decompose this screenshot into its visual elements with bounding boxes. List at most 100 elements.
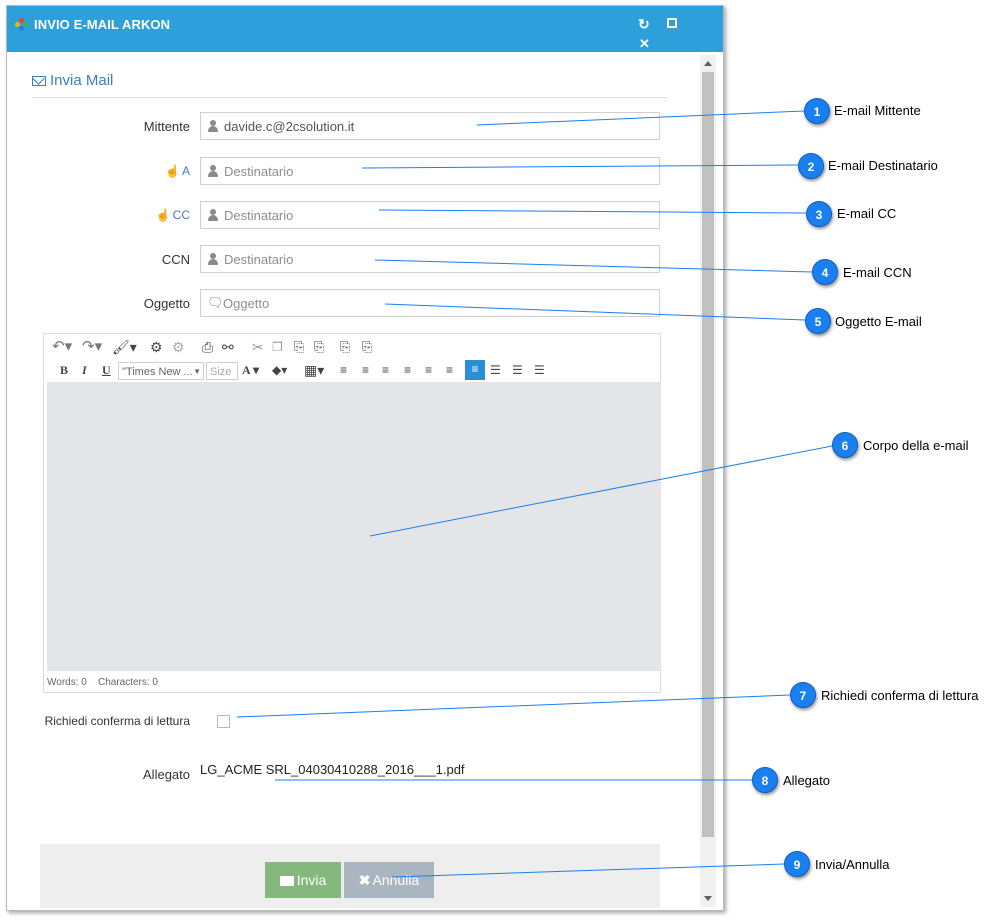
cancel-button[interactable]: ✖ Annulla [344, 862, 434, 898]
thumbs-up-icon: ☝ [155, 208, 171, 222]
bcc-label: CCN [161, 252, 190, 267]
find-icon[interactable]: ⚯ [222, 338, 234, 356]
clear-format-icon[interactable]: ≡ [465, 360, 485, 380]
sender-label: Mittente [143, 119, 190, 134]
paste-icon[interactable]: ⎘ [294, 338, 304, 356]
callout-badge-4: 4 [812, 259, 838, 285]
callout-label-7: Richiedi conferma di lettura [821, 688, 979, 703]
callout-badge-7: 7 [790, 682, 816, 708]
unlink-icon[interactable]: ⚙ [172, 338, 185, 356]
table-icon[interactable]: ▦▾ [304, 361, 324, 379]
form-heading: Invia Mail [32, 72, 113, 89]
callout-label-1: E-mail Mittente [834, 103, 921, 118]
print-icon[interactable]: ⎙ [202, 338, 213, 356]
callout-label-6: Corpo della e-mail [863, 438, 969, 453]
vertical-scrollbar[interactable] [700, 55, 716, 907]
paste-html-icon[interactable]: ⎘ [362, 338, 372, 356]
form-heading-text: Invia Mail [50, 72, 114, 89]
send-button[interactable]: Invia [265, 862, 341, 898]
divider [32, 97, 668, 98]
undo-icon[interactable]: ↶▾ [52, 338, 72, 356]
word-count: Words: 0 [47, 677, 87, 688]
callout-badge-1: 1 [804, 98, 830, 124]
thumbs-up-icon: ☝ [165, 164, 180, 178]
scroll-down-icon[interactable] [704, 896, 712, 901]
link-icon[interactable]: ⚙ [150, 338, 163, 356]
cancel-button-label: Annulla [372, 872, 420, 888]
refresh-icon[interactable]: ↻ [638, 17, 650, 31]
attachment-filename[interactable]: LG_ACME SRL_04030410288_2016___1.pdf [200, 762, 465, 777]
read-receipt-checkbox[interactable] [217, 715, 230, 728]
bullet-list-icon[interactable]: ☰ [490, 361, 501, 379]
to-field[interactable]: Destinatario [200, 157, 660, 185]
font-size-placeholder: Size [210, 366, 232, 378]
numbered-list-icon[interactable]: ☰ [512, 361, 523, 379]
outdent-icon[interactable]: ≡ [340, 361, 347, 379]
to-label-link[interactable]: ☝ A [7, 164, 190, 178]
user-icon [208, 209, 218, 221]
editor-toolbar-row-2: B I U "Times New ... ▼ Size A ▾ ◆▾ ▦▾ ≡ ≡… [50, 360, 650, 381]
screenshot-stage: INVIO E-MAIL ARKON ↻ ✕ Invia Mail Mitten… [0, 0, 995, 921]
underline-icon[interactable]: U [102, 361, 111, 379]
comment-icon: 🗨 [207, 295, 224, 310]
callout-badge-2: 2 [798, 153, 824, 179]
read-receipt-label: Richiedi conferma di lettura [44, 714, 190, 728]
callout-badge-3: 3 [806, 201, 832, 227]
bcc-field[interactable]: Destinatario [200, 245, 660, 273]
rich-text-editor: ↶▾ ↷▾ 🖌▾ ⚙ ⚙ ⎙ ⚯ ✂ ❐ ⎘ ⎘ ⎘ ⎘ B I U "Time… [43, 333, 661, 693]
callout-label-8: Allegato [783, 773, 830, 788]
user-icon [208, 253, 218, 265]
callout-badge-5: 5 [805, 308, 831, 334]
editor-status-bar: Words: 0 Characters: 0 [47, 677, 158, 688]
close-icon: ✖ [358, 872, 371, 888]
paste-word-icon[interactable]: ⎘ [340, 338, 350, 356]
editor-toolbar-row-1: ↶▾ ↷▾ 🖌▾ ⚙ ⚙ ⎙ ⚯ ✂ ❐ ⎘ ⎘ ⎘ ⎘ [50, 338, 450, 358]
align-left-icon[interactable]: ≡ [382, 361, 389, 379]
line-height-icon[interactable]: ☰ [534, 361, 545, 379]
format-painter-icon[interactable]: 🖌▾ [112, 338, 137, 356]
justify-icon[interactable]: ≡ [446, 361, 453, 379]
cc-placeholder: Destinatario [224, 208, 294, 223]
italic-icon[interactable]: I [82, 361, 87, 379]
scrollbar-thumb[interactable] [702, 72, 714, 837]
cc-label-link[interactable]: ☝ CC [7, 208, 190, 222]
cc-label: CC [172, 208, 190, 222]
app-logo-icon [15, 18, 28, 31]
align-center-icon[interactable]: ≡ [404, 361, 411, 379]
font-color-icon[interactable]: A ▾ [242, 361, 259, 379]
scroll-up-icon[interactable] [704, 61, 712, 66]
title-bar: INVIO E-MAIL ARKON ↻ ✕ [7, 6, 723, 52]
sender-field[interactable]: davide.c@2csolution.it [200, 112, 660, 140]
sender-value: davide.c@2csolution.it [224, 119, 355, 134]
subject-field[interactable]: 🗨 Oggetto [200, 289, 660, 317]
bold-icon[interactable]: B [60, 361, 68, 379]
font-family-select[interactable]: "Times New ... ▼ [118, 362, 204, 380]
subject-placeholder: Oggetto [223, 296, 270, 311]
user-icon [208, 165, 218, 177]
align-right-icon[interactable]: ≡ [425, 361, 432, 379]
font-size-select[interactable]: Size [206, 362, 238, 380]
maximize-icon[interactable] [667, 18, 677, 28]
cc-field[interactable]: Destinatario [200, 201, 660, 229]
chevron-down-icon: ▼ [193, 367, 201, 376]
bcc-placeholder: Destinatario [224, 252, 294, 267]
callout-label-9: Invia/Annulla [815, 857, 890, 872]
cut-icon[interactable]: ✂ [252, 338, 264, 356]
highlight-icon[interactable]: ◆▾ [272, 361, 287, 379]
indent-icon[interactable]: ≡ [362, 361, 369, 379]
user-icon [208, 120, 218, 132]
to-placeholder: Destinatario [224, 164, 294, 179]
envelope-icon [32, 76, 46, 86]
close-icon[interactable]: ✕ [639, 37, 650, 50]
to-label: A [181, 164, 190, 178]
callout-label-2: E-mail Destinatario [828, 158, 938, 173]
paste-text-icon[interactable]: ⎘ [314, 338, 324, 356]
callout-label-4: E-mail CCN [843, 265, 912, 280]
email-dialog: INVIO E-MAIL ARKON ↻ ✕ Invia Mail Mitten… [6, 5, 724, 911]
subject-label: Oggetto [143, 296, 190, 311]
copy-icon[interactable]: ❐ [272, 338, 283, 356]
editor-body[interactable] [47, 382, 661, 671]
font-family-value: "Times New ... [122, 366, 193, 378]
character-count: Characters: 0 [97, 677, 158, 688]
redo-icon[interactable]: ↷▾ [82, 338, 102, 356]
